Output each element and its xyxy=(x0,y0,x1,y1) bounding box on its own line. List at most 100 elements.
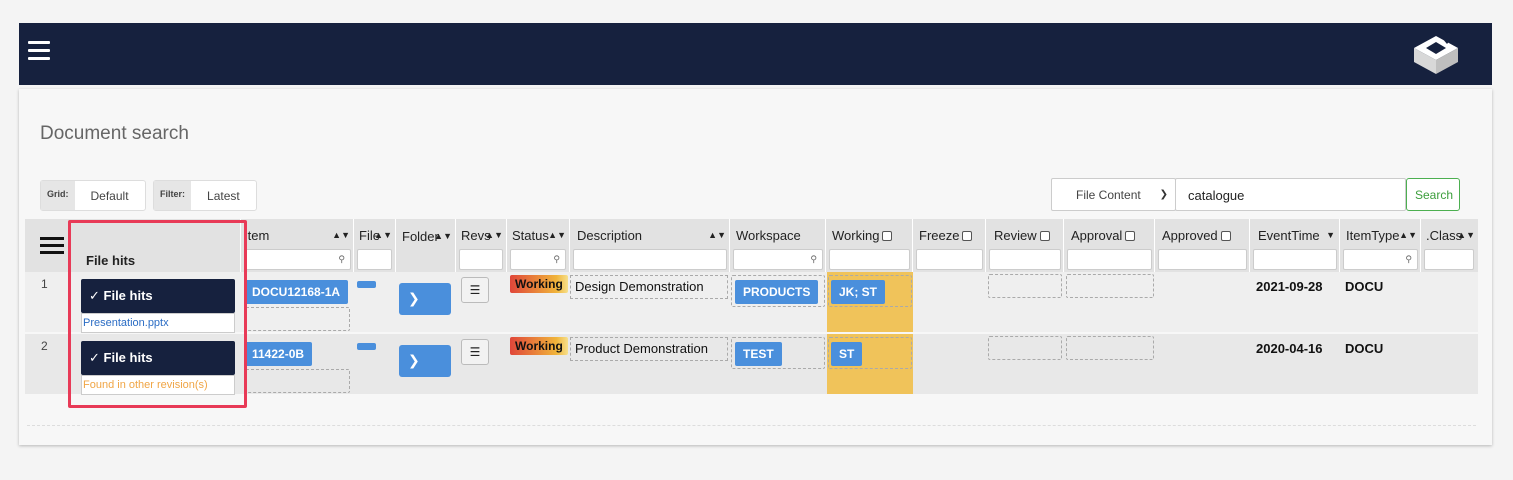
description-text: Design Demonstration xyxy=(575,279,704,294)
grid-value[interactable]: Default xyxy=(75,181,145,210)
sort-icon[interactable]: ▲▼ xyxy=(1399,230,1417,240)
revisions-button[interactable]: ☰ xyxy=(461,339,489,365)
approved-checkbox[interactable] xyxy=(1220,231,1231,241)
col-approved[interactable]: Approved xyxy=(1155,219,1250,272)
col-review[interactable]: Review xyxy=(986,219,1064,272)
grid-menu-icon[interactable] xyxy=(40,237,64,258)
sort-icon[interactable]: ▲▼ xyxy=(1457,230,1475,240)
working-checkbox[interactable] xyxy=(882,231,893,241)
col-event-time-label: EventTime xyxy=(1258,228,1320,243)
item-filter-input[interactable]: ⚲ xyxy=(244,249,351,270)
folder-open-button[interactable]: ❯ xyxy=(399,283,451,315)
revisions-button[interactable]: ☰ xyxy=(461,277,489,303)
approval-filter-input[interactable] xyxy=(1067,249,1152,270)
col-item-type[interactable]: ItemType ▲▼ ⚲ xyxy=(1340,219,1421,272)
filter-selector[interactable]: Filter: Latest xyxy=(153,180,257,211)
app-logo-icon[interactable] xyxy=(1406,32,1466,76)
review-box xyxy=(988,336,1062,360)
col-folder[interactable]: Folder ▲▼ xyxy=(396,219,456,272)
description-filter-input[interactable] xyxy=(573,249,727,270)
freeze-checkbox[interactable] xyxy=(962,231,973,241)
col-description[interactable]: Description ▲▼ xyxy=(570,219,730,272)
col-approval-label: Approval xyxy=(1071,228,1136,243)
col-status[interactable]: Status ▲▼ ⚲ xyxy=(507,219,570,272)
magnifier-icon: ⚲ xyxy=(553,254,560,264)
chevron-right-icon: ❯ xyxy=(408,352,420,368)
working-tag[interactable]: ST xyxy=(831,342,863,366)
search-button[interactable]: Search xyxy=(1406,178,1460,211)
filter-value[interactable]: Latest xyxy=(191,181,256,210)
approval-checkbox[interactable] xyxy=(1125,231,1136,241)
event-time-filter-input[interactable] xyxy=(1253,249,1337,270)
review-filter-input[interactable] xyxy=(989,249,1061,270)
col-review-text: Review xyxy=(994,228,1037,243)
sort-icon[interactable]: ▲▼ xyxy=(434,231,452,241)
col-item-type-label: ItemType xyxy=(1346,228,1400,243)
col-approved-label: Approved xyxy=(1162,228,1231,243)
sort-icon[interactable]: ▲▼ xyxy=(485,230,503,240)
col-freeze[interactable]: Freeze xyxy=(913,219,986,272)
folder-open-button[interactable]: ❯ xyxy=(399,345,451,377)
sort-icon[interactable]: ▲▼ xyxy=(332,230,350,240)
magnifier-icon: ⚲ xyxy=(810,254,817,264)
sort-icon[interactable]: ▲▼ xyxy=(708,230,726,240)
sort-icon[interactable]: ▲▼ xyxy=(374,230,392,240)
layers-icon: ☰ xyxy=(469,345,481,359)
item-extra-box xyxy=(244,369,350,393)
row-number: 2 xyxy=(41,339,48,353)
filter-label: Filter: xyxy=(154,181,192,210)
grid-footer-divider xyxy=(27,425,1476,426)
chevron-down-icon: ❯ xyxy=(1159,189,1168,200)
menu-icon[interactable] xyxy=(28,41,50,61)
search-mode-select[interactable]: File Content ❯ xyxy=(1051,178,1176,211)
col-workspace[interactable]: Workspace ⚲ xyxy=(730,219,826,272)
approved-filter-input[interactable] xyxy=(1158,249,1247,270)
item-extra-box xyxy=(244,307,350,331)
col-working[interactable]: Working xyxy=(826,219,913,272)
col-approval[interactable]: Approval xyxy=(1064,219,1155,272)
status-filter-input[interactable]: ⚲ xyxy=(510,249,566,270)
file-filter-input[interactable] xyxy=(357,249,392,270)
col-working-label: Working xyxy=(832,228,893,243)
class-filter-input[interactable] xyxy=(1424,249,1474,270)
approval-box xyxy=(1066,336,1154,360)
review-checkbox[interactable] xyxy=(1039,231,1050,241)
col-approved-text: Approved xyxy=(1162,228,1218,243)
layers-icon: ☰ xyxy=(469,283,481,297)
status-badge: Working xyxy=(510,337,568,355)
item-type-filter-input[interactable]: ⚲ xyxy=(1343,249,1418,270)
magnifier-icon: ⚲ xyxy=(338,254,345,264)
item-tag[interactable]: DOCU12168-1A xyxy=(244,280,349,304)
revs-filter-input[interactable] xyxy=(459,249,503,270)
working-filter-input[interactable] xyxy=(829,249,910,270)
col-file[interactable]: File ▲▼ xyxy=(354,219,396,272)
file-indicator[interactable] xyxy=(357,343,376,350)
workspace-filter-input[interactable]: ⚲ xyxy=(733,249,823,270)
col-revs[interactable]: Revs ▲▼ xyxy=(456,219,507,272)
search-mode-value: File Content xyxy=(1076,188,1141,202)
col-working-text: Working xyxy=(832,228,880,243)
approval-box xyxy=(1066,274,1154,298)
file-indicator[interactable] xyxy=(357,281,376,288)
status-badge: Working xyxy=(510,275,568,293)
page-title: Document search xyxy=(40,123,189,144)
sort-icon[interactable]: ▲▼ xyxy=(548,230,566,240)
col-item-label: Item xyxy=(244,228,270,243)
item-type: DOCU xyxy=(1345,279,1384,294)
col-class[interactable]: .Class ▲▼ xyxy=(1421,219,1478,272)
col-item[interactable]: Item ▲▼ ⚲ xyxy=(241,219,354,272)
search-input[interactable]: catalogue xyxy=(1175,178,1406,211)
row-number: 1 xyxy=(41,277,48,291)
grid-selector[interactable]: Grid: Default xyxy=(40,180,146,211)
col-status-label: Status xyxy=(512,228,549,243)
col-review-label: Review xyxy=(994,228,1050,243)
event-time: 2020-04-16 xyxy=(1256,341,1323,356)
freeze-filter-input[interactable] xyxy=(916,249,983,270)
workspace-tag[interactable]: TEST xyxy=(735,342,782,366)
event-time: 2021-09-28 xyxy=(1256,279,1323,294)
item-tag[interactable]: 11422-0B xyxy=(244,342,313,366)
working-tag[interactable]: JK; ST xyxy=(831,280,886,304)
workspace-tag[interactable]: PRODUCTS xyxy=(735,280,819,304)
col-event-time[interactable]: EventTime ▼ xyxy=(1250,219,1340,272)
sort-desc-icon[interactable]: ▼ xyxy=(1326,230,1335,240)
